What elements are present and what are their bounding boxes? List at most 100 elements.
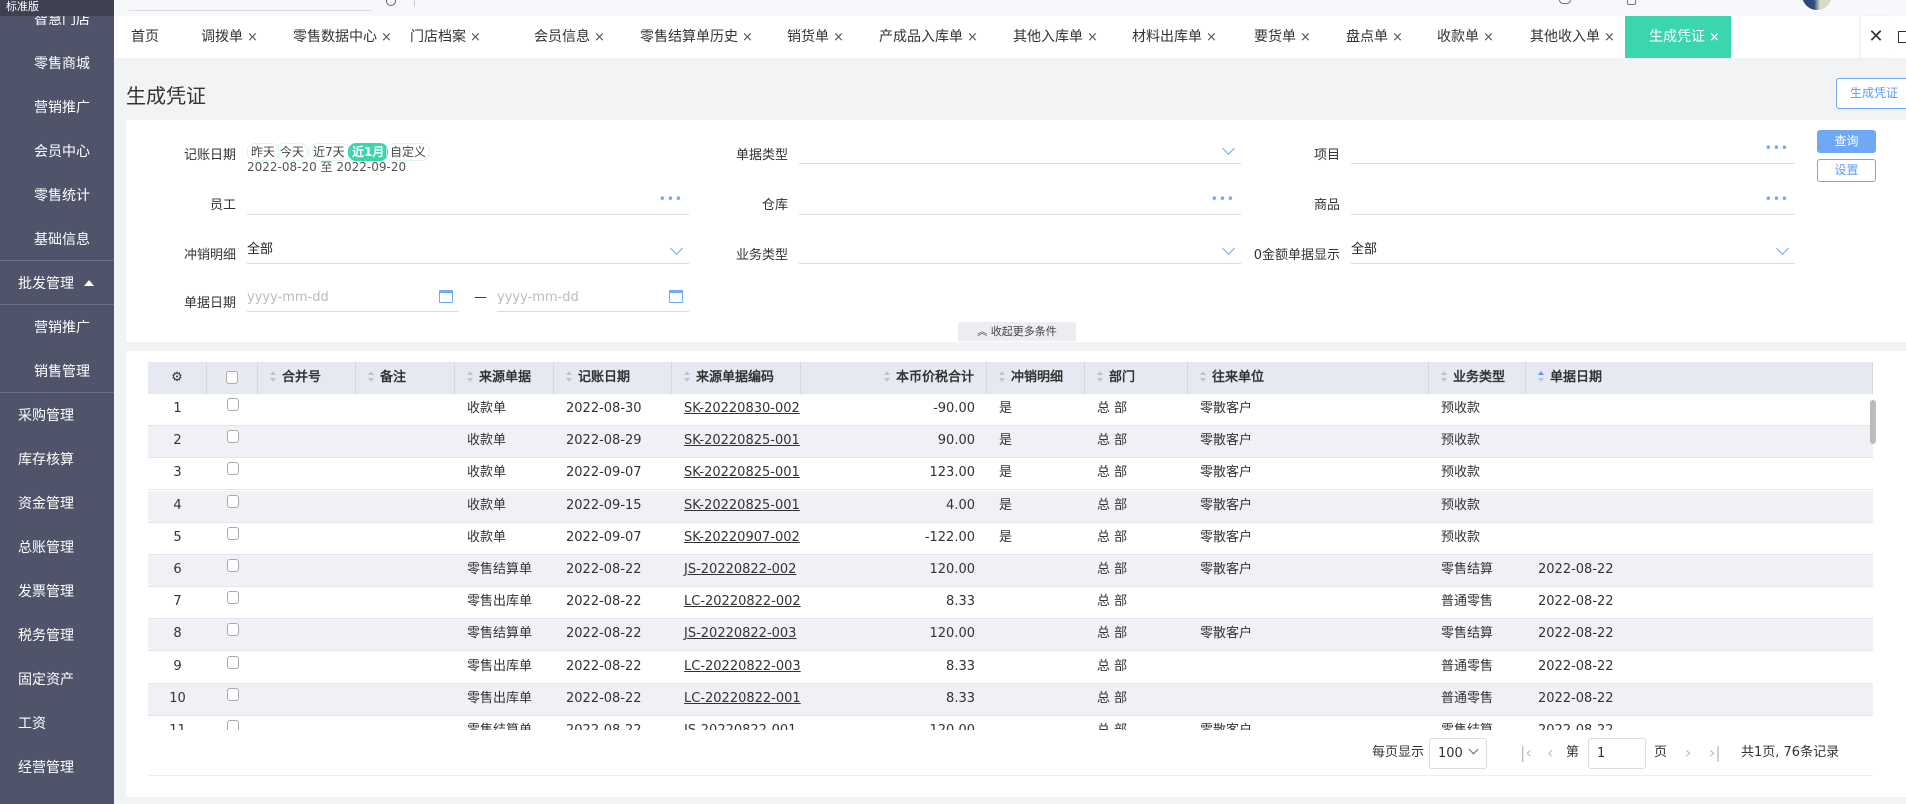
row-checkbox[interactable] xyxy=(226,591,239,605)
query-button[interactable]: 查询 xyxy=(1817,130,1876,153)
table-row[interactable]: 8 零售结算单 2022-08-22 JS-20220822-003 120.00 总 部… xyxy=(148,619,1873,652)
sort-icon[interactable] xyxy=(684,371,691,382)
select-all-checkbox[interactable] xyxy=(226,371,238,384)
sort-icon[interactable] xyxy=(999,371,1006,382)
sidebar-item[interactable]: 库存核算 xyxy=(0,440,114,480)
fullscreen-icon[interactable] xyxy=(1898,31,1906,43)
cell-source-code[interactable]: SK-20220830-002 xyxy=(672,394,801,426)
close-icon[interactable]: × xyxy=(1709,30,1720,45)
column-header[interactable]: 业务类型 xyxy=(1429,362,1526,394)
table-row[interactable]: 4 收款单 2022-09-15 SK-20220825-001 4.00 是 总 部 零散客… xyxy=(148,490,1873,523)
row-checkbox[interactable] xyxy=(226,398,239,411)
close-icon[interactable]: × xyxy=(1604,30,1615,45)
row-checkbox-cell[interactable] xyxy=(207,491,258,523)
tab-13[interactable]: 收款单 × xyxy=(1437,16,1494,58)
tab-9[interactable]: 其他入库单 × xyxy=(1013,16,1098,58)
table-row[interactable]: 6 零售结算单 2022-08-22 JS-20220822-002 120.00 总 部… xyxy=(148,555,1873,587)
row-checkbox[interactable] xyxy=(226,687,239,701)
tab-4[interactable]: 门店档案 × xyxy=(410,16,481,58)
last-page-icon[interactable]: ›| xyxy=(1709,733,1721,773)
close-icon[interactable]: × xyxy=(1483,30,1494,45)
sidebar-item[interactable]: 批发管理 xyxy=(0,264,114,304)
column-header[interactable]: 来源单据编码 xyxy=(672,362,801,394)
cell-source-code[interactable]: LC-20220822-002 xyxy=(672,587,801,619)
column-header[interactable]: 部门 xyxy=(1085,362,1188,394)
cell-source-code[interactable]: SK-20220825-001 xyxy=(672,491,801,523)
row-checkbox-cell[interactable] xyxy=(207,458,258,490)
row-checkbox[interactable] xyxy=(226,494,239,508)
close-all-tabs-icon[interactable]: ✕ xyxy=(1861,16,1891,58)
row-checkbox-cell[interactable] xyxy=(207,587,258,619)
table-row[interactable]: 5 收款单 2022-09-07 SK-20220907-002 -122.00 是 总 部… xyxy=(148,523,1873,555)
column-header[interactable]: 冲销明细 xyxy=(987,362,1085,394)
employee-field[interactable]: ••• xyxy=(247,189,689,215)
column-header[interactable]: 合并号 xyxy=(258,362,356,394)
row-checkbox[interactable] xyxy=(226,559,239,572)
sort-icon[interactable] xyxy=(467,371,474,382)
row-checkbox-cell[interactable] xyxy=(207,716,258,730)
column-header[interactable]: 记账日期 xyxy=(554,362,672,394)
column-settings[interactable]: ⚙ xyxy=(148,362,207,394)
row-checkbox-cell[interactable] xyxy=(207,619,258,651)
sidebar-item[interactable]: 发票管理 xyxy=(0,572,114,612)
sort-icon[interactable] xyxy=(270,371,277,382)
column-header[interactable] xyxy=(207,362,258,394)
first-page-icon[interactable]: |‹ xyxy=(1520,733,1532,773)
sidebar-item[interactable]: 税务管理 xyxy=(0,616,114,656)
gear-icon[interactable]: ⚙ xyxy=(171,370,183,385)
zero-amount-select[interactable]: 全部 xyxy=(1351,238,1795,264)
table-row[interactable]: 9 零售出库单 2022-08-22 LC-20220822-003 8.33 总 部 普通… xyxy=(148,652,1873,684)
sidebar-item[interactable]: 零售商城 xyxy=(0,44,114,84)
collapse-conditions-button[interactable]: ︽ 收起更多条件 xyxy=(958,322,1076,341)
cell-source-code[interactable]: LC-20220822-003 xyxy=(672,652,801,684)
table-row[interactable]: 10 零售出库单 2022-08-22 LC-20220822-001 8.33 总 部 普… xyxy=(148,683,1873,716)
row-checkbox-cell[interactable] xyxy=(207,394,258,426)
close-icon[interactable]: × xyxy=(833,30,844,45)
tab-3[interactable]: 零售数据中心 × xyxy=(293,16,392,58)
sidebar-item[interactable]: 资金管理 xyxy=(0,484,114,524)
cell-source-code[interactable]: JS-20220822-001 xyxy=(672,716,801,730)
table-row[interactable]: 11零售结算单2022-08-22JS-20220822-001120.00总 … xyxy=(148,716,1873,730)
cell-source-code[interactable]: SK-20220825-001 xyxy=(672,458,801,490)
tab-12[interactable]: 盘点单 × xyxy=(1346,16,1403,58)
cell-source-code[interactable]: JS-20220822-003 xyxy=(672,619,801,651)
sidebar-item[interactable]: 销售管理 xyxy=(0,352,114,392)
close-icon[interactable]: × xyxy=(381,30,392,45)
warehouse-field[interactable]: ••• xyxy=(799,189,1241,215)
cell-source-code[interactable]: SK-20220907-002 xyxy=(672,523,801,555)
row-checkbox-cell[interactable] xyxy=(207,426,258,458)
writeoff-select[interactable]: 全部 xyxy=(247,238,689,264)
prev-page-icon[interactable]: ‹ xyxy=(1547,733,1553,773)
close-icon[interactable]: × xyxy=(470,30,481,45)
close-icon[interactable]: × xyxy=(1392,30,1403,45)
table-row[interactable]: 7 零售出库单 2022-08-22 LC-20220822-002 8.33 总 部 普通… xyxy=(148,587,1873,620)
column-header[interactable]: 本币价税合计 xyxy=(801,362,987,394)
row-checkbox[interactable] xyxy=(226,526,239,540)
cell-source-code[interactable]: SK-20220825-001 xyxy=(672,426,801,458)
search-input[interactable] xyxy=(129,0,372,11)
sidebar-item[interactable]: 工资 xyxy=(0,704,114,744)
sort-icon[interactable] xyxy=(368,371,375,382)
close-icon[interactable]: × xyxy=(594,30,605,45)
row-checkbox[interactable] xyxy=(226,720,239,730)
sort-icon[interactable] xyxy=(1538,371,1545,382)
tab-7[interactable]: 销货单 × xyxy=(787,16,844,58)
close-icon[interactable]: × xyxy=(967,30,978,45)
tab-14[interactable]: 其他收入单 × xyxy=(1530,16,1615,58)
close-icon[interactable]: × xyxy=(1087,30,1098,45)
next-page-icon[interactable]: › xyxy=(1685,733,1691,773)
column-header[interactable]: 往来单位 xyxy=(1188,362,1429,394)
per-page-select[interactable]: 100 xyxy=(1429,738,1487,769)
doc-date-to[interactable]: yyyy-mm-dd xyxy=(497,286,689,312)
row-checkbox-cell[interactable] xyxy=(207,652,258,684)
sort-icon[interactable] xyxy=(1441,371,1448,382)
column-header[interactable]: 来源单据 xyxy=(455,362,554,394)
tab-2[interactable]: 调拨单 × xyxy=(201,16,258,58)
sidebar-item[interactable]: 采购管理 xyxy=(0,396,114,436)
sort-icon[interactable] xyxy=(1097,371,1104,382)
doc-date-from[interactable]: yyyy-mm-dd xyxy=(247,286,459,312)
more-icon[interactable]: ••• xyxy=(1765,187,1789,211)
tab-6[interactable]: 零售结算单历史 × xyxy=(640,16,753,58)
settings-button[interactable]: 设置 xyxy=(1817,159,1876,182)
tab-5[interactable]: 会员信息 × xyxy=(534,16,605,58)
